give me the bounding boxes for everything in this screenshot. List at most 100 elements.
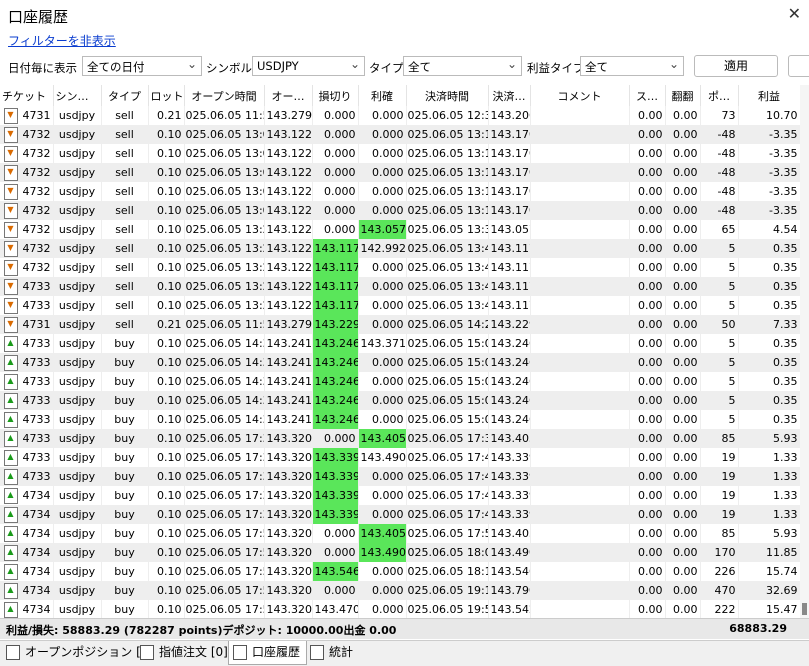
table-row[interactable]: ▲4734usdjpybuy0.102025.06.05 17:52143.32…	[0, 524, 801, 543]
column-header[interactable]: オー…	[264, 85, 313, 106]
apply-button[interactable]: 適用	[694, 55, 778, 77]
commission-cell: 0.00	[665, 600, 701, 618]
tp-cell: 143.490	[358, 448, 407, 467]
symbol-filter-select[interactable]: USDJPY ⌄	[252, 56, 365, 76]
table-row[interactable]: ▲4733usdjpybuy0.102025.06.05 14:30143.24…	[0, 334, 801, 353]
close-icon[interactable]: ✕	[788, 4, 801, 23]
table-row[interactable]: ▲4733usdjpybuy0.102025.06.05 17:37143.32…	[0, 467, 801, 486]
commission-cell: 0.00	[665, 125, 701, 144]
swap-cell: 0.00	[629, 106, 666, 125]
column-header[interactable]: 決済…	[488, 85, 531, 106]
table-row[interactable]: ▲4733usdjpybuy0.102025.06.05 14:30143.24…	[0, 372, 801, 391]
lot-cell: 0.10	[148, 182, 185, 201]
close-time-cell: 2025.06.05 17:40	[406, 505, 489, 524]
column-header[interactable]: 損切り	[312, 85, 359, 106]
table-row[interactable]: ▼4732usdjpysell0.102025.06.05 13:05143.1…	[0, 144, 801, 163]
column-header[interactable]: ポ…	[700, 85, 739, 106]
lot-cell: 0.10	[148, 467, 185, 486]
type-cell: sell	[101, 201, 149, 220]
table-row[interactable]: ▼4732usdjpysell0.102025.06.05 13:27143.1…	[0, 220, 801, 239]
sl-cell: 143.229	[312, 315, 359, 334]
tab-account-history[interactable]: 口座履歴	[228, 641, 308, 665]
table-row[interactable]: ▲4734usdjpybuy0.102025.06.05 17:37143.32…	[0, 505, 801, 524]
points-cell: 170	[700, 543, 739, 562]
open-time-cell: 2025.06.05 17:37	[184, 429, 265, 448]
column-header[interactable]: コメント	[530, 85, 630, 106]
date-filter-select[interactable]: 全ての日付 ⌄	[82, 56, 202, 76]
type-cell: buy	[101, 334, 149, 353]
table-row[interactable]: ▲4733usdjpybuy0.102025.06.05 17:37143.32…	[0, 429, 801, 448]
column-header[interactable]: 利確	[358, 85, 407, 106]
close-time-cell: 2025.06.05 13:49	[406, 296, 489, 315]
column-header[interactable]: チケット	[0, 85, 54, 106]
close-price-cell: 143.170	[488, 182, 531, 201]
table-row[interactable]: ▲4734usdjpybuy0.102025.06.05 17:52143.32…	[0, 562, 801, 581]
column-header[interactable]: 翻翻	[665, 85, 701, 106]
table-row[interactable]: ▼4731usdjpysell0.212025.06.05 11:59143.2…	[0, 106, 801, 125]
table-row[interactable]: ▲4734usdjpybuy0.102025.06.05 17:52143.32…	[0, 543, 801, 562]
lot-cell: 0.10	[148, 277, 185, 296]
sl-cell: 143.246	[312, 391, 359, 410]
column-header[interactable]: 利益	[738, 85, 801, 106]
type-cell: sell	[101, 258, 149, 277]
table-row[interactable]: ▲4734usdjpybuy0.102025.06.05 17:37143.32…	[0, 486, 801, 505]
table-row[interactable]: ▼4732usdjpysell0.102025.06.05 13:05143.1…	[0, 163, 801, 182]
tab-statistics[interactable]: 統計	[306, 641, 359, 665]
table-row[interactable]: ▲4733usdjpybuy0.102025.06.05 14:30143.24…	[0, 410, 801, 429]
tab-pending-orders[interactable]: 指値注文 [0]	[136, 641, 234, 665]
swap-cell: 0.00	[629, 353, 666, 372]
close-price-cell: 143.339	[488, 486, 531, 505]
column-header[interactable]: タイプ	[101, 85, 149, 106]
column-header[interactable]: ロット	[148, 85, 185, 106]
symbol-cell: usdjpy	[53, 296, 102, 315]
tp-cell: 0.000	[358, 296, 407, 315]
table-row[interactable]: ▲4734usdjpybuy0.102025.06.05 17:52143.32…	[0, 600, 801, 618]
table-row[interactable]: ▼4732usdjpysell0.102025.06.05 13:27143.1…	[0, 258, 801, 277]
table-row[interactable]: ▼4732usdjpysell0.102025.06.05 13:27143.1…	[0, 239, 801, 258]
type-cell: sell	[101, 315, 149, 334]
ticket-cell: ▲ 4733	[0, 467, 54, 486]
tp-cell: 0.000	[358, 163, 407, 182]
table-row[interactable]: ▼4732usdjpysell0.102025.06.05 13:05143.1…	[0, 182, 801, 201]
sell-order-icon: ▼	[3, 240, 18, 257]
ticket-cell: ▼ 4732	[0, 182, 54, 201]
table-row[interactable]: ▲4733usdjpybuy0.102025.06.05 17:37143.32…	[0, 448, 801, 467]
lot-cell: 0.10	[148, 391, 185, 410]
close-price-cell: 143.117	[488, 239, 531, 258]
table-row[interactable]: ▼4733usdjpysell0.102025.06.05 13:27143.1…	[0, 296, 801, 315]
close-price-cell: 143.339	[488, 448, 531, 467]
table-row[interactable]: ▲4734usdjpybuy0.102025.06.05 17:52143.32…	[0, 581, 801, 600]
hide-filter-link[interactable]: フィルターを非表示	[8, 32, 116, 49]
symbol-cell: usdjpy	[53, 239, 102, 258]
chevron-down-icon: ⌄	[668, 57, 679, 71]
close-price-cell: 143.206	[488, 106, 531, 125]
open-price-cell: 143.122	[264, 144, 313, 163]
table-row[interactable]: ▲4733usdjpybuy0.102025.06.05 14:30143.24…	[0, 391, 801, 410]
column-header[interactable]: シン…	[53, 85, 102, 106]
table-row[interactable]: ▼4733usdjpysell0.102025.06.05 13:27143.1…	[0, 277, 801, 296]
table-row[interactable]: ▼4731usdjpysell0.212025.06.05 11:59143.2…	[0, 315, 801, 334]
swap-cell: 0.00	[629, 372, 666, 391]
column-header[interactable]: オープン時間	[184, 85, 265, 106]
comment-cell	[530, 315, 630, 334]
vertical-scrollbar[interactable]	[800, 85, 809, 618]
symbol-cell: usdjpy	[53, 524, 102, 543]
ticket-cell: ▲ 4734	[0, 505, 54, 524]
points-cell: 19	[700, 505, 739, 524]
column-header[interactable]: 決済時間	[406, 85, 489, 106]
table-row[interactable]: ▼4732usdjpysell0.102025.06.05 13:05143.1…	[0, 125, 801, 144]
open-time-cell: 2025.06.05 13:05	[184, 182, 265, 201]
profit-type-filter-select[interactable]: 全て ⌄	[580, 56, 684, 76]
type-filter-select[interactable]: 全て ⌄	[403, 56, 522, 76]
symbol-cell: usdjpy	[53, 277, 102, 296]
commission-cell: 0.00	[665, 429, 701, 448]
extra-button[interactable]	[788, 55, 809, 77]
table-row[interactable]: ▼4732usdjpysell0.102025.06.05 13:05143.1…	[0, 201, 801, 220]
tp-cell: 0.000	[358, 125, 407, 144]
column-header[interactable]: ス…	[629, 85, 666, 106]
comment-cell	[530, 163, 630, 182]
table-row[interactable]: ▲4733usdjpybuy0.102025.06.05 14:30143.24…	[0, 353, 801, 372]
close-time-cell: 2025.06.05 13:14	[406, 182, 489, 201]
open-time-cell: 2025.06.05 17:52	[184, 562, 265, 581]
tp-cell: 0.000	[358, 562, 407, 581]
